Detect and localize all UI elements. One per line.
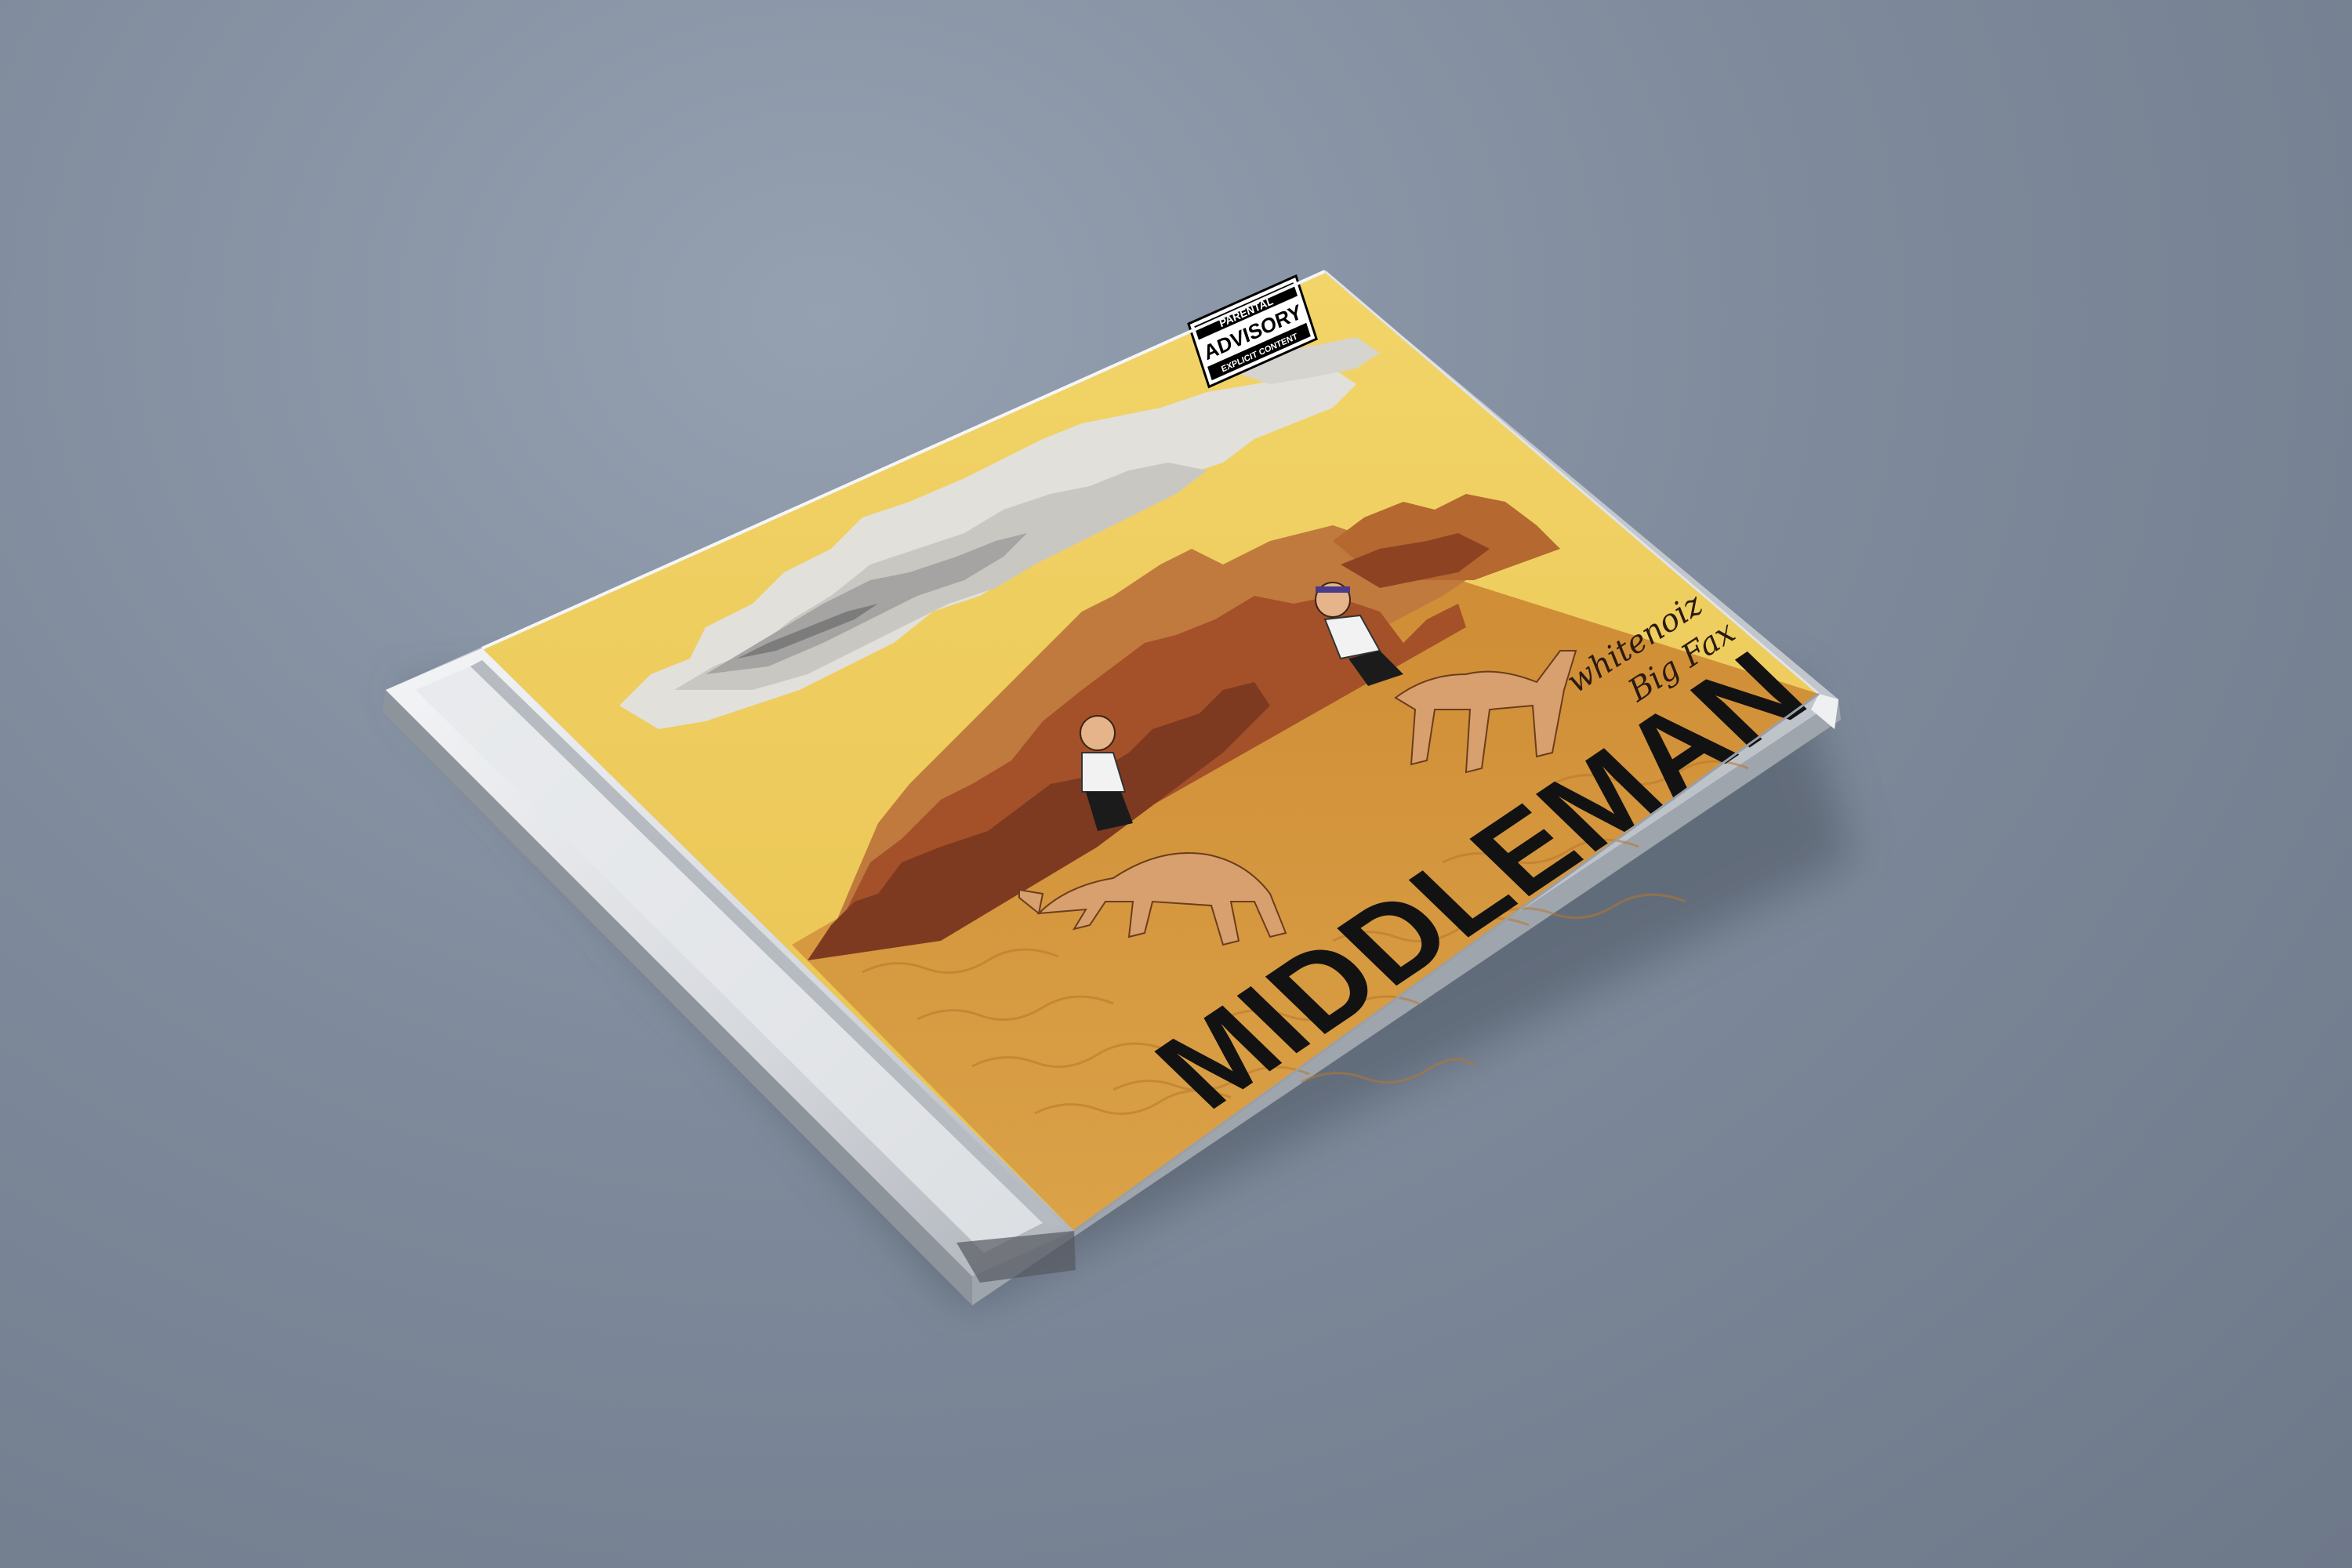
cd-jewel-case-mockup: PARENTAL ADVISORY EXPLICIT CONTENT white… [383,270,1854,1305]
product-mockup-scene: PARENTAL ADVISORY EXPLICIT CONTENT white… [0,0,2352,1568]
album-cover: PARENTAL ADVISORY EXPLICIT CONTENT white… [482,271,1834,1231]
